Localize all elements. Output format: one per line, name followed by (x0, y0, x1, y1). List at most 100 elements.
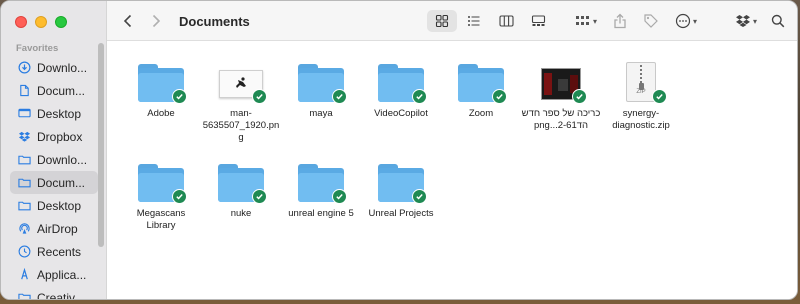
file-item-unreal-engine-5[interactable]: unreal engine 5 (281, 154, 361, 232)
column-view-button[interactable] (491, 10, 521, 32)
sidebar-item-recents[interactable]: Recents (10, 240, 98, 263)
folder-icon (18, 176, 31, 189)
synced-checkmark-icon (172, 189, 187, 204)
clock-icon (18, 245, 31, 258)
zip-label: ZIP (636, 89, 646, 95)
file-item-synergy-zip[interactable]: ZIP synergy-diagnostic.zip (601, 54, 681, 144)
synced-checkmark-icon (172, 89, 187, 104)
synced-checkmark-icon (252, 189, 267, 204)
file-item-nuke[interactable]: nuke (201, 154, 281, 232)
sidebar: Favorites Downlo... Docum... Desktop Dro… (1, 1, 107, 300)
file-item-man-png[interactable]: man-5635507_1920.png (201, 54, 281, 144)
sidebar-item-label: Dropbox (37, 129, 83, 144)
sidebar-item-label: Downlo... (37, 60, 88, 75)
folder-icon (18, 153, 31, 166)
sidebar-item-downloads-folder[interactable]: Downlo... (10, 148, 98, 171)
window-title: Documents (179, 13, 250, 29)
zoom-window-button[interactable] (55, 16, 67, 28)
sidebar-section-favorites: Favorites (16, 43, 59, 54)
sidebar-item-label: Docum... (37, 83, 86, 98)
back-chevron-icon (123, 14, 132, 28)
synced-checkmark-icon (332, 189, 347, 204)
file-item-adobe[interactable]: Adobe (121, 54, 201, 144)
dropbox-icon (736, 15, 750, 27)
file-name: nuke (230, 208, 252, 219)
tag-icon (644, 14, 658, 28)
toolbar: Documents ▾ ▾ ▾ (107, 1, 797, 41)
file-browser: Adobe man-5635507_1920.png maya VideoCop… (107, 42, 797, 299)
sidebar-item-desktop[interactable]: Desktop (10, 102, 98, 125)
file-name: Zoom (468, 108, 494, 119)
dropbox-menu-button[interactable]: ▾ (735, 1, 757, 41)
sidebar-item-label: Applica... (37, 267, 87, 282)
file-item-maya[interactable]: maya (281, 54, 361, 144)
search-button[interactable] (771, 1, 785, 41)
sidebar-item-label: Docum... (37, 175, 86, 190)
grid-icon (435, 14, 449, 28)
file-name: Megascans Library (136, 208, 186, 231)
more-actions-button[interactable]: ▾ (675, 1, 697, 41)
synced-checkmark-icon (492, 89, 507, 104)
airdrop-icon (18, 222, 31, 235)
file-item-book-cover-png[interactable]: כריכה של ספר חדש הד2-61...png (521, 54, 601, 144)
chevron-down-icon: ▾ (593, 16, 598, 26)
item-thumb (213, 154, 269, 204)
sidebar-item-documents[interactable]: Docum... (10, 79, 98, 102)
finder-window: Favorites Downlo... Docum... Desktop Dro… (0, 0, 798, 300)
desktop-icon (18, 107, 31, 120)
creative-cloud-icon (18, 291, 31, 299)
download-circle-icon (18, 61, 31, 74)
document-icon (18, 84, 31, 97)
sidebar-item-label: Recents (37, 244, 82, 259)
tags-button[interactable] (643, 1, 659, 41)
sidebar-item-applications[interactable]: Applica... (10, 263, 98, 286)
back-button[interactable] (117, 10, 139, 32)
window-controls (15, 16, 67, 28)
gallery-view-button[interactable] (523, 10, 553, 32)
icon-grid: Adobe man-5635507_1920.png maya VideoCop… (121, 54, 681, 232)
synced-checkmark-icon (252, 89, 267, 104)
item-thumb: ZIP (613, 54, 669, 104)
file-item-videocopilot[interactable]: VideoCopilot (361, 54, 441, 144)
file-name: כריכה של ספר חדש הד2-61...png (521, 108, 601, 131)
minimize-window-button[interactable] (35, 16, 47, 28)
sidebar-item-desktop-folder[interactable]: Desktop (10, 194, 98, 217)
group-by-button[interactable]: ▾ (575, 1, 597, 41)
sidebar-item-label: Desktop (37, 198, 82, 213)
chevron-down-icon: ▾ (753, 16, 758, 26)
file-name: VideoCopilot (374, 108, 428, 119)
share-button[interactable] (613, 1, 627, 41)
share-icon (614, 13, 626, 29)
search-icon (771, 14, 785, 28)
sidebar-scrollbar[interactable] (98, 43, 104, 247)
icon-view-button[interactable] (427, 10, 457, 32)
file-name: synergy-diagnostic.zip (612, 108, 670, 131)
forward-button[interactable] (145, 10, 167, 32)
close-window-button[interactable] (15, 16, 27, 28)
sidebar-item-dropbox[interactable]: Dropbox (10, 125, 98, 148)
file-item-megascans-library[interactable]: Megascans Library (121, 154, 201, 232)
file-item-unreal-projects[interactable]: Unreal Projects (361, 154, 441, 232)
item-thumb (133, 154, 189, 204)
list-view-button[interactable] (459, 10, 489, 32)
sidebar-item-label: Desktop (37, 106, 82, 121)
item-thumb (213, 54, 269, 104)
chevron-down-icon: ▾ (693, 16, 698, 26)
sidebar-item-creative-cloud[interactable]: Creativ... (10, 286, 98, 300)
applications-icon (18, 268, 31, 281)
synced-checkmark-icon (332, 89, 347, 104)
synced-checkmark-icon (412, 189, 427, 204)
sidebar-item-downloads[interactable]: Downlo... (10, 56, 98, 79)
sidebar-item-airdrop[interactable]: AirDrop (10, 217, 98, 240)
item-thumb (133, 54, 189, 104)
file-name: maya (309, 108, 333, 119)
sidebar-item-label: Creativ... (37, 290, 85, 300)
nav-buttons: Documents (117, 1, 250, 41)
item-thumb (373, 154, 429, 204)
item-thumb (293, 54, 349, 104)
file-item-zoom[interactable]: Zoom (441, 54, 521, 144)
sidebar-item-label: AirDrop (37, 221, 78, 236)
list-icon (468, 16, 480, 26)
sidebar-item-documents-folder[interactable]: Docum... (10, 171, 98, 194)
synced-checkmark-icon (572, 89, 587, 104)
